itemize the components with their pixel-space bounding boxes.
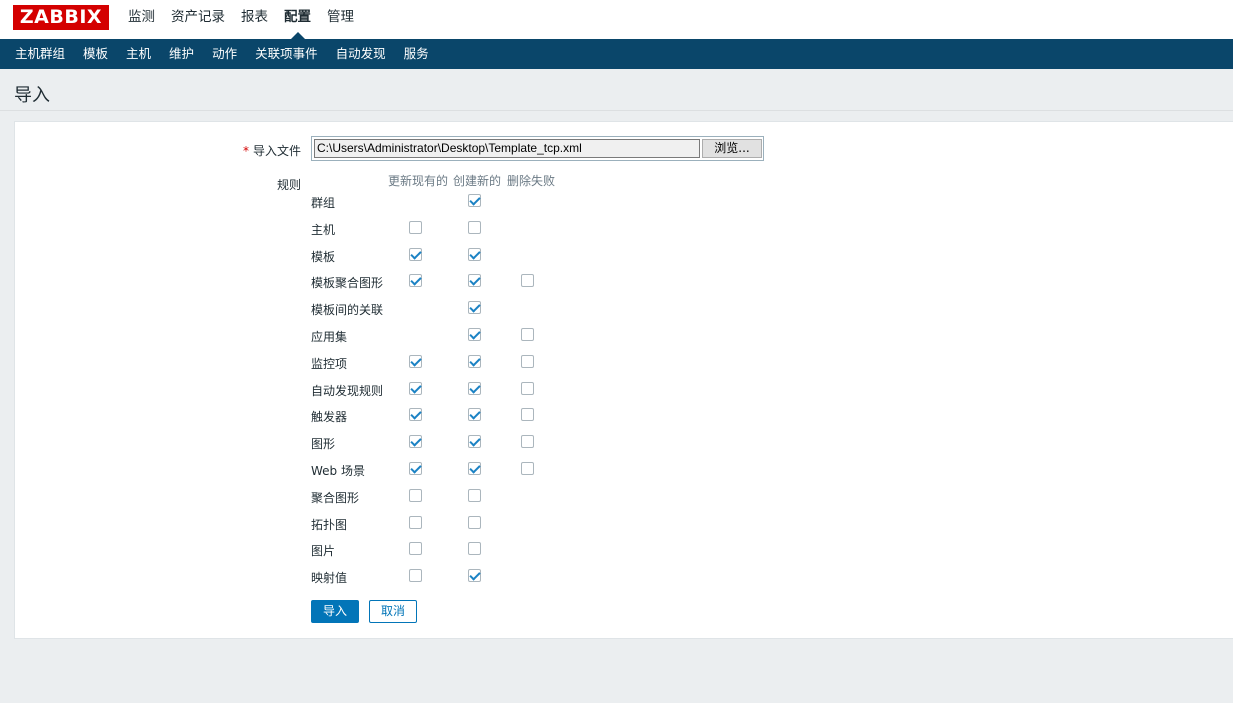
rule-update-checkbox[interactable] <box>409 462 422 475</box>
rule-delete-checkbox[interactable] <box>521 435 534 448</box>
rule-label: 模板 <box>311 250 336 264</box>
rule-create-checkbox[interactable] <box>468 328 481 341</box>
sub-nav-hosts[interactable]: 主机 <box>117 39 160 69</box>
rule-label: 群组 <box>311 196 336 210</box>
rule-label: 聚合图形 <box>311 491 360 505</box>
column-delete-missing: 删除失败 <box>507 174 556 188</box>
rule-label: 图片 <box>311 544 336 558</box>
rule-create-checkbox[interactable] <box>468 435 481 448</box>
main-nav-monitoring[interactable]: 监测 <box>120 0 163 39</box>
file-picker: C:\Users\Administrator\Desktop\Template_… <box>311 136 764 161</box>
rule-create-checkbox[interactable] <box>468 221 481 234</box>
sub-nav-discovery[interactable]: 自动发现 <box>327 39 395 69</box>
rule-create-checkbox[interactable] <box>468 542 481 555</box>
rule-delete-checkbox[interactable] <box>521 408 534 421</box>
rule-update-checkbox[interactable] <box>409 408 422 421</box>
rule-update-checkbox[interactable] <box>409 382 422 395</box>
main-nav-administration[interactable]: 管理 <box>319 0 362 39</box>
rule-create-checkbox[interactable] <box>468 462 481 475</box>
rule-update-checkbox[interactable] <box>409 542 422 555</box>
rule-create-checkbox[interactable] <box>468 489 481 502</box>
rule-label: 模板间的关联 <box>311 303 384 317</box>
sub-nav: 主机群组 模板 主机 维护 动作 关联项事件 自动发现 服务 <box>0 39 1233 69</box>
import-file-label-text: 导入文件 <box>252 144 301 158</box>
title-bar: 导入 <box>0 69 1233 111</box>
column-create-new: 创建新的 <box>453 174 502 188</box>
rule-create-checkbox[interactable] <box>468 248 481 261</box>
rule-label: 映射值 <box>311 571 348 585</box>
sub-nav-services[interactable]: 服务 <box>395 39 438 69</box>
required-asterisk: * <box>242 144 249 158</box>
rule-delete-checkbox[interactable] <box>521 274 534 287</box>
sub-nav-actions[interactable]: 动作 <box>203 39 246 69</box>
main-nav-reports[interactable]: 报表 <box>233 0 276 39</box>
rule-delete-checkbox[interactable] <box>521 382 534 395</box>
rule-label: 图形 <box>311 437 336 451</box>
rule-label: Web 场景 <box>311 464 365 478</box>
rule-create-checkbox[interactable] <box>468 274 481 287</box>
rule-create-checkbox[interactable] <box>468 516 481 529</box>
rules-label: 规则 <box>276 178 301 192</box>
rule-label: 监控项 <box>311 357 348 371</box>
zabbix-logo[interactable]: ZABBIX <box>13 5 109 30</box>
rule-create-checkbox[interactable] <box>468 408 481 421</box>
main-nav: 监测 资产记录 报表 配置 管理 <box>120 0 362 39</box>
sub-nav-correlation[interactable]: 关联项事件 <box>246 39 327 69</box>
rule-label: 模板聚合图形 <box>311 276 384 290</box>
rule-update-checkbox[interactable] <box>409 569 422 582</box>
rule-update-checkbox[interactable] <box>409 489 422 502</box>
rule-label: 自动发现规则 <box>311 384 384 398</box>
rule-label: 触发器 <box>311 410 348 424</box>
rule-update-checkbox[interactable] <box>409 221 422 234</box>
page-title: 导入 <box>14 85 50 106</box>
rule-label: 应用集 <box>311 330 348 344</box>
rule-create-checkbox[interactable] <box>468 194 481 207</box>
rule-create-checkbox[interactable] <box>468 355 481 368</box>
cancel-button[interactable]: 取消 <box>369 600 417 623</box>
rule-delete-checkbox[interactable] <box>521 328 534 341</box>
rule-create-checkbox[interactable] <box>468 569 481 582</box>
sub-nav-host-groups[interactable]: 主机群组 <box>6 39 74 69</box>
rule-delete-checkbox[interactable] <box>521 355 534 368</box>
import-button[interactable]: 导入 <box>311 600 359 623</box>
main-nav-inventory[interactable]: 资产记录 <box>163 0 233 39</box>
sub-nav-maintenance[interactable]: 维护 <box>160 39 203 69</box>
rule-update-checkbox[interactable] <box>409 516 422 529</box>
import-form-panel <box>14 121 1233 639</box>
import-file-input[interactable]: C:\Users\Administrator\Desktop\Template_… <box>314 139 700 158</box>
sub-nav-templates[interactable]: 模板 <box>74 39 117 69</box>
rule-create-checkbox[interactable] <box>468 382 481 395</box>
rule-update-checkbox[interactable] <box>409 248 422 261</box>
rule-label: 主机 <box>311 223 336 237</box>
rule-update-checkbox[interactable] <box>409 355 422 368</box>
column-update-existing: 更新现有的 <box>388 174 449 188</box>
rule-update-checkbox[interactable] <box>409 435 422 448</box>
rule-update-checkbox[interactable] <box>409 274 422 287</box>
rule-delete-checkbox[interactable] <box>521 462 534 475</box>
rule-label: 拓扑图 <box>311 518 348 532</box>
top-bar: ZABBIX 监测 资产记录 报表 配置 管理 <box>0 0 1233 39</box>
main-nav-configuration[interactable]: 配置 <box>276 0 319 39</box>
import-file-label: * 导入文件 <box>200 142 301 159</box>
browse-button[interactable]: 浏览... <box>702 139 762 158</box>
rule-create-checkbox[interactable] <box>468 301 481 314</box>
